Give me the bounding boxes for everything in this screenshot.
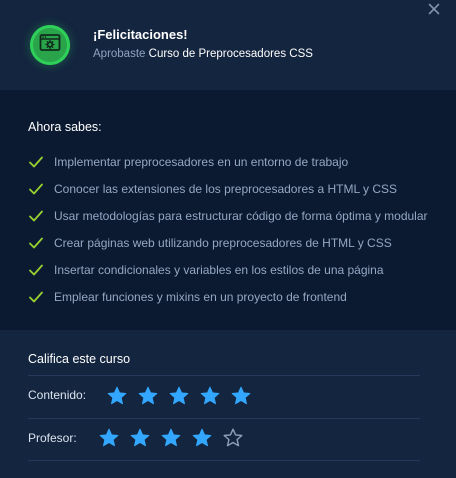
- close-icon[interactable]: [426, 1, 442, 17]
- list-item: Usar metodologías para estructurar códig…: [28, 202, 428, 229]
- course-name: Curso de Preprocesadores CSS: [148, 48, 313, 60]
- learned-item-text: Insertar condicionales y variables en lo…: [54, 262, 384, 277]
- list-item: Conocer las extensiones de los preproces…: [28, 175, 428, 202]
- list-item: Emplear funciones y mixins en un proyect…: [28, 283, 428, 310]
- star-icon[interactable]: [130, 428, 150, 448]
- learned-item-text: Emplear funciones y mixins en un proyect…: [54, 289, 347, 304]
- approved-label: Aprobaste: [93, 48, 146, 60]
- star-icon[interactable]: [231, 386, 251, 406]
- list-item: Implementar preprocesadores en un entorn…: [28, 148, 428, 175]
- divider: [28, 418, 420, 419]
- star-icon[interactable]: [200, 386, 220, 406]
- star-icon[interactable]: [223, 428, 243, 448]
- learned-section: Ahora sabes: Implementar preprocesadores…: [0, 90, 456, 330]
- list-item: Insertar condicionales y variables en lo…: [28, 256, 428, 283]
- divider: [28, 375, 420, 376]
- approved-course-line: Aprobaste Curso de Preprocesadores CSS: [93, 48, 313, 60]
- content-rating-label: Contenido:: [28, 388, 87, 402]
- check-icon: [28, 209, 44, 223]
- certificate-badge: [30, 25, 70, 65]
- learned-item-text: Conocer las extensiones de los preproces…: [54, 181, 398, 196]
- learned-list: Implementar preprocesadores en un entorn…: [28, 148, 428, 310]
- rating-title: Califica este curso: [28, 352, 131, 366]
- star-icon[interactable]: [107, 386, 127, 406]
- teacher-rating-label: Profesor:: [28, 431, 77, 445]
- list-item: Crear páginas web utilizando preprocesad…: [28, 229, 428, 256]
- check-icon: [28, 182, 44, 196]
- star-icon[interactable]: [99, 428, 119, 448]
- learned-item-text: Crear páginas web utilizando preprocesad…: [54, 235, 392, 250]
- check-icon: [28, 236, 44, 250]
- check-icon: [28, 155, 44, 169]
- learned-item-text: Usar metodologías para estructurar códig…: [54, 208, 428, 223]
- modal-title: ¡Felicitaciones!: [93, 27, 188, 42]
- learned-title: Ahora sabes:: [28, 120, 102, 134]
- rating-section: Califica este curso Contenido: Profesor:: [0, 330, 456, 478]
- course-approved-modal: ¡Felicitaciones! Aprobaste Curso de Prep…: [0, 0, 456, 478]
- modal-header: ¡Felicitaciones! Aprobaste Curso de Prep…: [0, 0, 456, 90]
- star-icon[interactable]: [138, 386, 158, 406]
- check-icon: [28, 263, 44, 277]
- divider: [28, 460, 420, 461]
- star-icon[interactable]: [169, 386, 189, 406]
- content-star-rating[interactable]: [107, 386, 262, 406]
- check-icon: [28, 290, 44, 304]
- star-icon[interactable]: [192, 428, 212, 448]
- teacher-star-rating[interactable]: [99, 428, 254, 448]
- certificate-icon: [39, 33, 61, 58]
- learned-item-text: Implementar preprocesadores en un entorn…: [54, 154, 349, 169]
- star-icon[interactable]: [161, 428, 181, 448]
